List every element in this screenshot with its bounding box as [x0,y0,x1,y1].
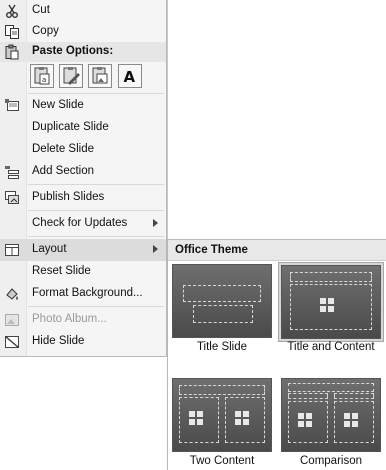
menu-item-label: Format Background... [32,287,143,299]
menu-item-copy[interactable]: Copy [0,21,166,43]
menu-item-format-background[interactable]: Format Background... [0,283,166,305]
layout-thumbnail [281,378,381,452]
add-section-icon [4,164,20,180]
menu-item-new-slide[interactable]: New Slide [0,95,166,117]
content-icons [235,411,257,429]
menu-item-delete-slide[interactable]: Delete Slide [0,139,166,161]
paste-picture-button[interactable] [88,64,112,88]
menu-item-label: Layout [32,243,67,255]
layout-icon [4,242,20,258]
menu-item-label: Photo Album... [32,313,107,325]
menu-item-photo-album[interactable]: Photo Album... [0,309,166,331]
content-placeholder [290,284,372,330]
menu-item-reset-slide[interactable]: Reset Slide [0,261,166,283]
menu-separator [28,236,164,237]
layout-thumbnail [281,265,381,339]
layout-title-slide[interactable] [171,263,273,339]
layout-label: Title and Content [287,341,375,353]
paste-keep-text-only-button[interactable]: A [118,64,142,88]
menu-item-add-section[interactable]: Add Section [0,161,166,183]
layout-thumbnail [172,378,272,452]
content-icons [344,413,366,431]
heading-placeholder-left [288,393,328,399]
paste-icon [4,44,20,60]
scissors-icon [4,3,20,19]
context-menu: Cut Copy Paste Options: a A New Slide Du… [0,0,167,357]
copy-icon [4,24,20,40]
layout-two-content[interactable] [171,377,273,453]
submenu-arrow-icon [153,245,158,253]
menu-item-label: Hide Slide [32,335,85,347]
layout-comparison[interactable] [280,377,382,453]
title-placeholder [290,272,372,282]
menu-item-cut[interactable]: Cut [0,0,166,22]
menu-item-label: Publish Slides [32,191,105,203]
format-background-icon [4,286,20,302]
paste-options-label: Paste Options: [32,45,114,57]
photo-album-icon [4,312,20,328]
layout-label: Title Slide [196,341,248,353]
svg-text:a: a [42,76,46,84]
menu-item-layout[interactable]: Layout [0,239,166,261]
title-placeholder [288,383,374,392]
menu-item-label: Add Section [32,165,95,177]
menu-item-label: Check for Updates [32,217,128,229]
menu-item-publish-slides[interactable]: Publish Slides [0,187,166,209]
menu-separator [28,210,164,211]
menu-item-label: Duplicate Slide [32,121,109,133]
menu-item-label: Cut [32,4,50,16]
menu-item-check-for-updates[interactable]: Check for Updates [0,213,166,235]
menu-item-duplicate-slide[interactable]: Duplicate Slide [0,117,166,139]
content-placeholder-right [334,401,374,443]
content-placeholder-left [288,401,328,443]
layout-label: Two Content [189,455,255,467]
layout-title-and-content[interactable] [278,262,384,342]
content-icons [298,413,320,431]
content-placeholder-right [225,397,265,443]
layout-gallery: Office Theme Title Slide Title and Conte… [167,239,386,470]
gallery-header: Office Theme [168,240,386,261]
menu-item-label: Delete Slide [32,143,95,155]
subtitle-placeholder [193,305,253,323]
content-icons [189,411,211,429]
menu-separator [28,306,164,307]
title-placeholder [183,285,261,302]
gallery-title: Office Theme [175,244,248,256]
menu-separator [28,93,164,94]
menu-item-hide-slide[interactable]: Hide Slide [0,331,166,353]
menu-item-label: New Slide [32,99,84,111]
layout-label: Comparison [300,455,362,467]
paste-keep-source-formatting-button[interactable] [59,64,83,88]
title-placeholder [179,385,265,395]
content-placeholder-left [179,397,219,443]
paste-text-glyph: A [124,68,136,86]
publish-slides-icon [4,190,20,206]
menu-item-label: Reset Slide [32,265,91,277]
hide-slide-icon [4,334,20,350]
content-icons [320,298,342,316]
menu-separator [28,184,164,185]
submenu-arrow-icon [153,219,158,227]
new-slide-icon [4,98,20,114]
heading-placeholder-right [334,393,374,399]
menu-item-label: Copy [32,25,59,37]
paste-use-destination-theme-button[interactable]: a [30,64,54,88]
layout-thumbnail [172,264,272,338]
paste-options-header: Paste Options: [0,42,166,62]
